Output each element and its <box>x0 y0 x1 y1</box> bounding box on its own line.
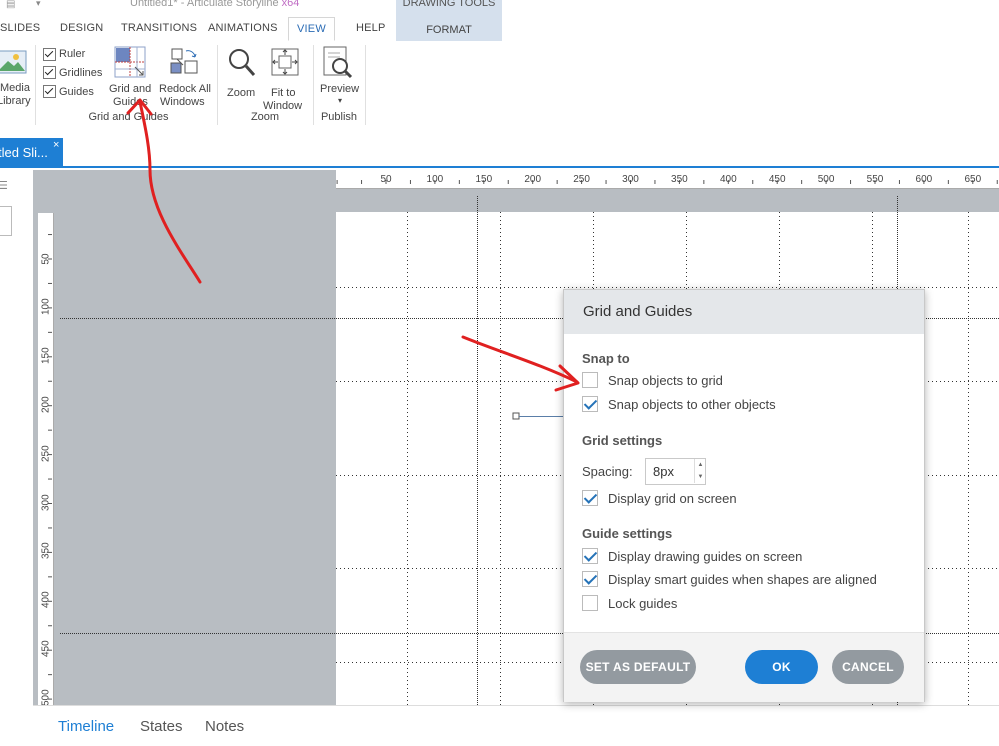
snap-to-objects-label: Snap objects to other objects <box>608 397 776 412</box>
set-as-default-button[interactable]: SET AS DEFAULT <box>580 650 696 684</box>
guide-settings-heading: Guide settings <box>582 526 673 541</box>
dialog-footer: SET AS DEFAULT OK CANCEL <box>564 632 924 702</box>
tab-notes[interactable]: Notes <box>205 718 244 735</box>
snap-to-grid-label: Snap objects to grid <box>608 373 723 388</box>
spin-up-icon[interactable]: ▲ <box>694 459 706 471</box>
snap-to-heading: Snap to <box>582 351 630 366</box>
display-grid-label: Display grid on screen <box>608 491 737 506</box>
bottom-left-spacer <box>0 705 33 745</box>
cancel-button[interactable]: CANCEL <box>832 650 904 684</box>
dialog-header[interactable]: Grid and Guides <box>564 290 924 334</box>
lock-guides-label: Lock guides <box>608 596 678 611</box>
grid-settings-heading: Grid settings <box>582 433 663 448</box>
spacing-value[interactable]: 8px <box>653 464 674 479</box>
bottom-panel-tabs: Timeline States Notes <box>33 705 999 746</box>
snap-to-objects-checkbox[interactable] <box>582 396 598 412</box>
smart-guides-checkbox[interactable] <box>582 571 598 587</box>
shape-handle[interactable] <box>512 412 520 420</box>
spacing-spinner[interactable]: 8px ▲ ▼ <box>645 458 706 485</box>
spin-down-icon[interactable]: ▼ <box>694 471 706 483</box>
drawing-guides-checkbox[interactable] <box>582 548 598 564</box>
snap-to-grid-checkbox[interactable] <box>582 372 598 388</box>
lock-guides-checkbox[interactable] <box>582 595 598 611</box>
ok-button[interactable]: OK <box>745 650 818 684</box>
drawing-guides-label: Display drawing guides on screen <box>608 549 803 564</box>
tab-timeline[interactable]: Timeline <box>58 718 114 735</box>
grid-and-guides-dialog: Grid and Guides Snap to Snap objects to … <box>563 289 925 702</box>
smart-guides-label: Display smart guides when shapes are ali… <box>608 572 877 587</box>
spacing-label: Spacing: <box>582 464 633 479</box>
dialog-title: Grid and Guides <box>583 303 693 320</box>
display-grid-checkbox[interactable] <box>582 490 598 506</box>
tab-states[interactable]: States <box>140 718 183 735</box>
